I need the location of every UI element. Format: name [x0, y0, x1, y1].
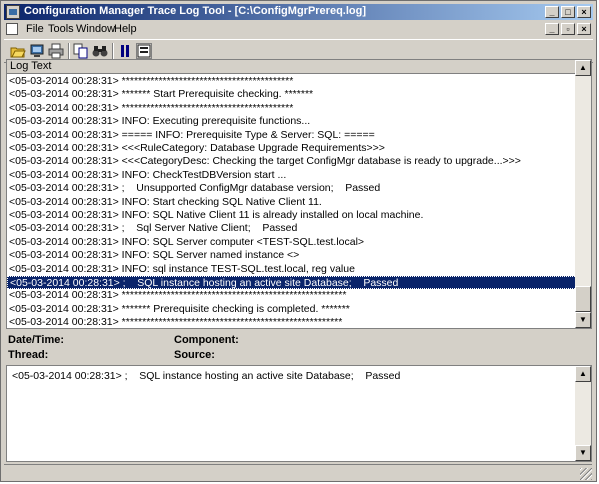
child-restore-button[interactable]: ▫ [561, 23, 575, 35]
log-row[interactable]: <05-03-2014 00:28:31> ; Unsupported Conf… [7, 182, 577, 195]
resize-grip[interactable] [580, 468, 592, 480]
details-panel: Date/Time: Component: Thread: Source: [6, 331, 592, 363]
log-row[interactable]: <05-03-2014 00:28:31> ******************… [7, 289, 577, 302]
log-row[interactable]: <05-03-2014 00:28:31> INFO: Start checki… [7, 196, 577, 209]
log-row[interactable]: <05-03-2014 00:28:31> ===== INFO: Prereq… [7, 129, 577, 142]
menu-window[interactable]: Window [76, 23, 115, 35]
child-minimize-button[interactable]: _ [545, 23, 559, 35]
log-row[interactable]: <05-03-2014 00:28:31> INFO: sql instance… [7, 263, 577, 276]
scroll-up-arrow[interactable]: ▲ [575, 60, 591, 76]
log-row[interactable]: <05-03-2014 00:28:31> INFO: SQL Server c… [7, 236, 577, 249]
component-label: Component: [174, 334, 239, 346]
menu-help[interactable]: Help [114, 23, 137, 35]
pause-icon[interactable] [117, 43, 133, 59]
log-row[interactable]: <05-03-2014 00:28:31> INFO: CheckTestDBV… [7, 169, 577, 182]
log-row[interactable]: <05-03-2014 00:28:31> INFO: Executing pr… [7, 115, 577, 128]
datetime-label: Date/Time: [8, 334, 65, 346]
highlight-icon[interactable] [136, 43, 152, 59]
scroll-down-arrow[interactable]: ▼ [575, 312, 591, 328]
message-box[interactable]: <05-03-2014 00:28:31> ; SQL instance hos… [6, 365, 592, 462]
log-row[interactable]: <05-03-2014 00:28:31> ******* Prerequisi… [7, 303, 577, 316]
log-row[interactable]: <05-03-2014 00:28:31> ******************… [7, 75, 577, 88]
message-scroll-up-arrow[interactable]: ▲ [575, 366, 591, 382]
scroll-thumb[interactable] [575, 286, 591, 312]
log-row[interactable]: <05-03-2014 00:28:31> INFO: SQL Native C… [7, 209, 577, 222]
status-bar [4, 464, 592, 480]
close-button[interactable]: × [577, 6, 591, 18]
open-remote-icon[interactable] [29, 43, 45, 59]
thread-label: Thread: [8, 349, 49, 361]
log-row[interactable]: <05-03-2014 00:28:31> <<<CategoryDesc: C… [7, 155, 577, 168]
window-title: Configuration Manager Trace Log Tool - [… [24, 5, 367, 17]
log-row[interactable]: <05-03-2014 00:28:31> INFO: SQL Server n… [7, 249, 577, 262]
log-row[interactable]: <05-03-2014 00:28:31> ; Sql Server Nativ… [7, 222, 577, 235]
log-row[interactable]: <05-03-2014 00:28:31> ******* Start Prer… [7, 88, 577, 101]
app-window: Configuration Manager Trace Log Tool - [… [0, 0, 597, 482]
message-scroll-down-arrow[interactable]: ▼ [575, 445, 591, 461]
maximize-button[interactable]: □ [561, 6, 575, 18]
log-row[interactable]: <05-03-2014 00:28:31> <<<RuleCategory: D… [7, 142, 577, 155]
log-text-column-header[interactable]: Log Text [7, 60, 577, 74]
app-icon[interactable] [6, 5, 20, 19]
open-icon[interactable] [10, 43, 26, 59]
toolbar-separator [112, 43, 114, 59]
log-row[interactable]: <05-03-2014 00:28:31> ******************… [7, 102, 577, 115]
log-row[interactable]: <05-03-2014 00:28:31> ******************… [7, 316, 577, 328]
menu-bar: File Tools Window Help _ ▫ × [4, 21, 593, 38]
source-label: Source: [174, 349, 215, 361]
print-icon[interactable] [48, 43, 64, 59]
document-icon[interactable] [6, 23, 18, 35]
child-close-button[interactable]: × [577, 23, 591, 35]
log-row-selected[interactable]: <05-03-2014 00:28:31> ; SQL instance hos… [7, 276, 577, 289]
log-list[interactable]: Log Text <05-03-2014 00:28:31> *********… [6, 59, 592, 329]
menu-file[interactable]: File [26, 23, 44, 35]
message-vertical-scrollbar[interactable]: ▲ ▼ [575, 366, 591, 461]
copy-icon[interactable] [73, 43, 89, 59]
title-bar[interactable]: Configuration Manager Trace Log Tool - [… [4, 4, 593, 20]
message-text: <05-03-2014 00:28:31> ; SQL instance hos… [12, 370, 401, 382]
minimize-button[interactable]: _ [545, 6, 559, 18]
toolbar-separator [68, 43, 70, 59]
find-icon[interactable] [92, 43, 108, 59]
menu-tools[interactable]: Tools [48, 23, 74, 35]
log-vertical-scrollbar[interactable]: ▲ ▼ [575, 60, 591, 328]
